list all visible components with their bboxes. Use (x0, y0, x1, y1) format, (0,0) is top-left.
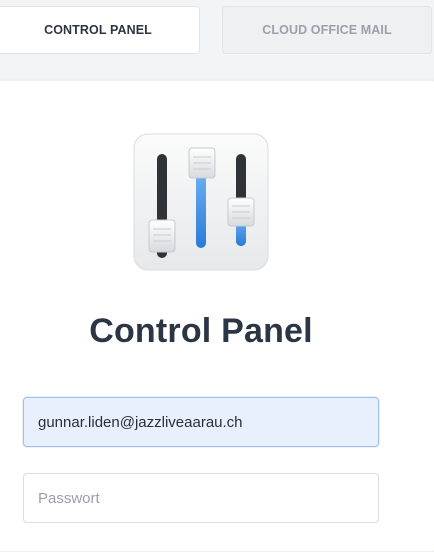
tab-control-panel[interactable]: CONTROL PANEL (0, 6, 200, 54)
tab-bar: CONTROL PANEL CLOUD OFFICE MAIL (0, 0, 434, 70)
tab-control-panel-label: CONTROL PANEL (44, 23, 152, 37)
email-field[interactable] (23, 397, 379, 447)
page-title: Control Panel (89, 312, 313, 350)
password-field[interactable] (23, 473, 379, 523)
tab-cloud-office-mail[interactable]: CLOUD OFFICE MAIL (222, 6, 432, 54)
mixer-sliders-icon (132, 132, 270, 272)
tab-cloud-office-mail-label: CLOUD OFFICE MAIL (262, 23, 392, 37)
